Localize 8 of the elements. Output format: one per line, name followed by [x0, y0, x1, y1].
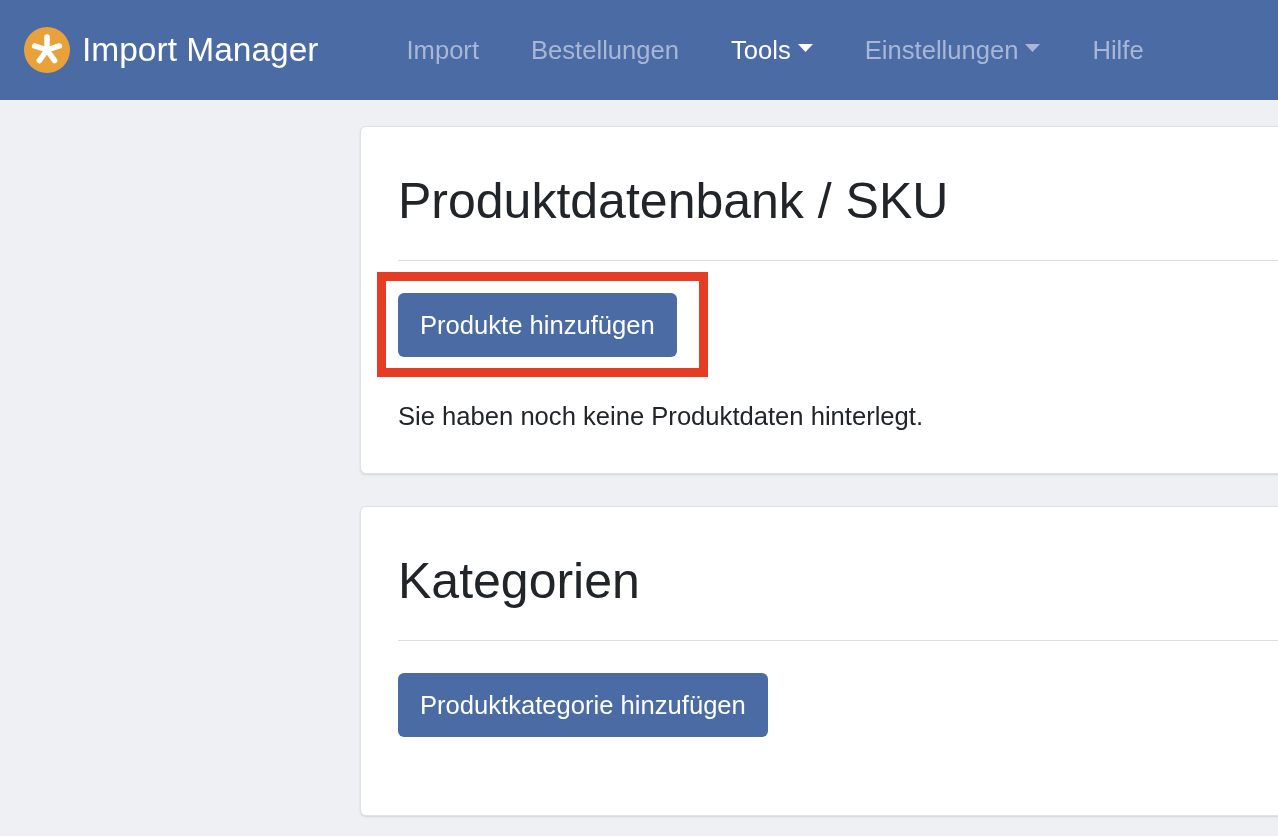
nav-link[interactable]: Tools: [705, 31, 839, 69]
asterisk-logo-icon: [24, 27, 70, 73]
empty-message: Sie haben noch keine Produktdaten hinterlegt.: [398, 401, 924, 432]
add-button[interactable]: Produkte hinzufügen: [398, 293, 677, 357]
add-button[interactable]: Produktkategorie hinzufügen: [398, 673, 768, 737]
app-title[interactable]: Import Manager: [82, 30, 319, 70]
card-heading: Produktdatenbank / SKU: [398, 172, 949, 231]
card-heading: Kategorien: [398, 552, 640, 611]
